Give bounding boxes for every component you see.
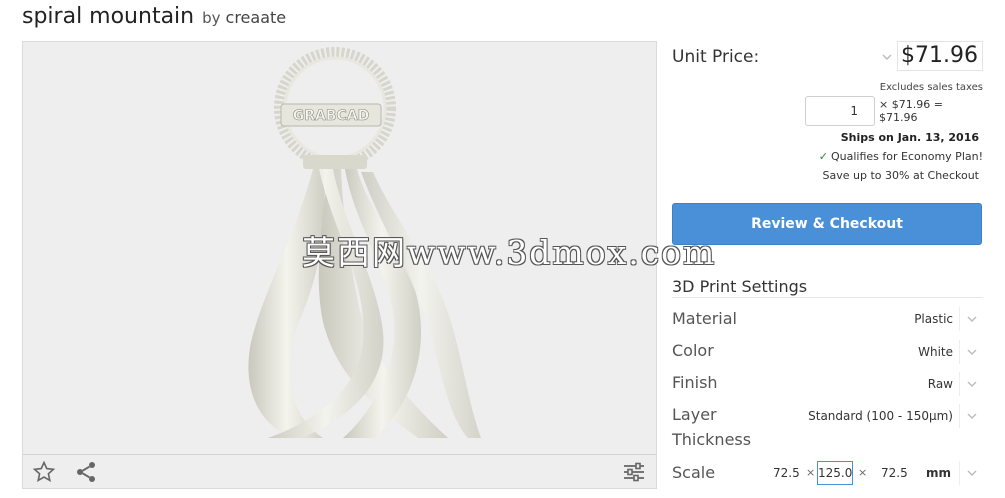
model-engraving: GRABCAD xyxy=(293,108,370,124)
scale-unit-select[interactable]: mm xyxy=(926,466,951,480)
thickness-label: Thickness xyxy=(672,430,752,449)
scale-times-2: × xyxy=(858,466,868,479)
by-label: by xyxy=(202,9,221,27)
viewer-toolbar xyxy=(23,454,656,488)
chevron-down-icon[interactable] xyxy=(882,51,892,64)
excludes-tax-note: Excludes sales taxes xyxy=(879,82,983,93)
color-row[interactable]: Color White xyxy=(672,339,983,367)
check-icon: ✓ xyxy=(818,150,828,163)
quantity-input[interactable] xyxy=(805,96,875,126)
scale-times-1: × xyxy=(806,466,816,479)
layer-thickness-row[interactable]: Layer Thickness Standard (100 - 150µm) xyxy=(672,403,983,455)
title-row: spiral mountain by creaate xyxy=(22,4,286,32)
unit-price-label: Unit Price: xyxy=(672,47,760,67)
share-icon[interactable] xyxy=(74,460,98,484)
chevron-down-icon[interactable] xyxy=(959,307,983,331)
author-link[interactable]: creaate xyxy=(226,8,287,27)
scale-row: Scale 72.5 × 125.0 × 72.5 mm xyxy=(672,460,983,488)
color-value[interactable]: White xyxy=(918,345,953,359)
scale-y-input[interactable]: 125.0 xyxy=(817,461,853,485)
model-viewer[interactable]: GRABCAD xyxy=(22,41,657,489)
color-label: Color xyxy=(672,341,714,360)
pricing-panel: Unit Price: $71.96 Excludes sales taxes … xyxy=(672,41,983,182)
ship-date: Ships on Jan. 13, 2016 xyxy=(840,131,979,144)
price-display: $71.96 xyxy=(897,41,983,71)
scale-x-input[interactable]: 72.5 xyxy=(773,466,800,480)
model-render: GRABCAD xyxy=(248,47,481,438)
layer-thickness-value[interactable]: Standard (100 - 150µm) xyxy=(808,409,953,423)
chevron-down-icon[interactable] xyxy=(959,372,983,396)
material-label: Material xyxy=(672,309,737,328)
qualifies-text: Qualifies for Economy Plan! xyxy=(831,150,983,163)
chevron-down-icon[interactable] xyxy=(959,404,983,428)
total-calc: × $71.96 = $71.96 xyxy=(879,98,943,124)
star-icon[interactable] xyxy=(32,460,56,484)
unit-price: $71.96 xyxy=(901,43,978,68)
review-checkout-button[interactable]: Review & Checkout xyxy=(672,203,982,245)
scale-z-input[interactable]: 72.5 xyxy=(881,466,908,480)
price-row: Unit Price: $71.96 xyxy=(672,41,983,81)
print-settings: 3D Print Settings Material Plastic Color… xyxy=(672,277,983,485)
qualifies-row: ✓ Qualifies for Economy Plan! xyxy=(819,150,983,163)
material-value[interactable]: Plastic xyxy=(914,312,953,326)
save-up-text: Save up to 30% at Checkout xyxy=(822,169,979,182)
finish-value[interactable]: Raw xyxy=(928,377,953,391)
chevron-down-icon[interactable] xyxy=(959,461,983,485)
sliders-icon[interactable] xyxy=(622,460,646,484)
material-row[interactable]: Material Plastic xyxy=(672,306,983,334)
product-title: spiral mountain xyxy=(22,4,195,29)
settings-title: 3D Print Settings xyxy=(672,277,983,298)
finish-row[interactable]: Finish Raw xyxy=(672,371,983,399)
finish-label: Finish xyxy=(672,373,718,392)
layer-label: Layer xyxy=(672,405,717,424)
quantity-row: × $71.96 = $71.96 xyxy=(805,96,983,126)
scale-label: Scale xyxy=(672,463,716,482)
chevron-down-icon[interactable] xyxy=(959,340,983,364)
scale-values: 72.5 × 125.0 × 72.5 mm xyxy=(753,460,983,488)
